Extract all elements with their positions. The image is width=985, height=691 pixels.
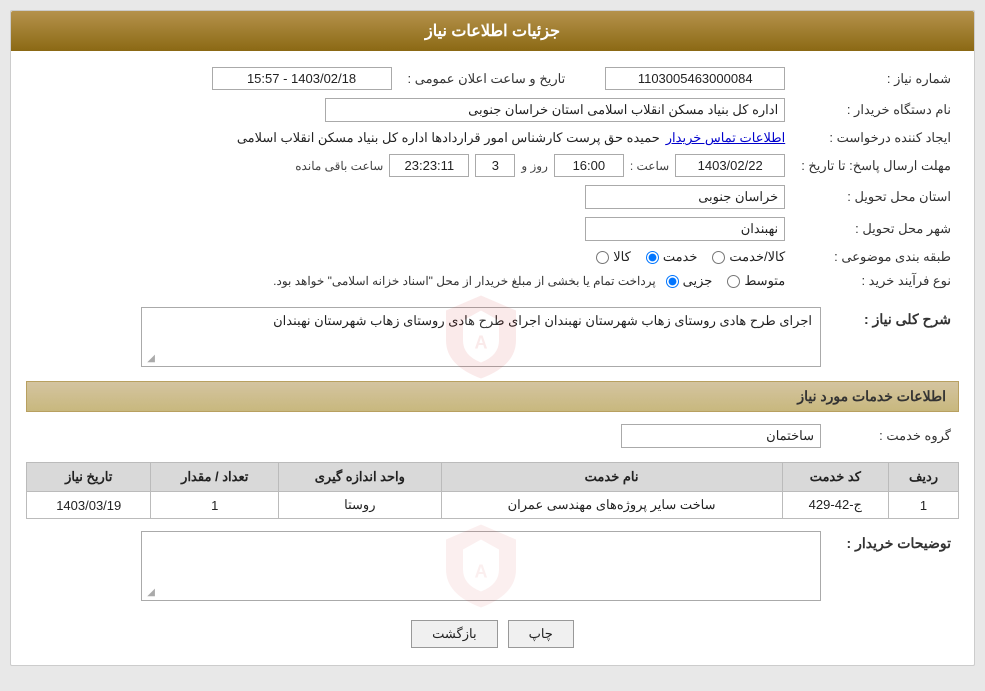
category-label-khedmat: خدمت bbox=[663, 249, 698, 265]
deadline-label: مهلت ارسال پاسخ: تا تاریخ : bbox=[793, 150, 959, 181]
purchase-type-radio-group: متوسط جزیی bbox=[666, 273, 786, 289]
main-card: جزئیات اطلاعات نیاز شماره نیاز : 1103005… bbox=[10, 10, 975, 666]
col-quantity: تعداد / مقدار bbox=[151, 463, 279, 492]
info-section: شماره نیاز : 1103005463000084 تاریخ و سا… bbox=[26, 63, 959, 293]
card-header: جزئیات اطلاعات نیاز bbox=[11, 11, 974, 51]
cell-quantity: 1 bbox=[151, 492, 279, 519]
service-group-row: گروه خدمت : ساختمان bbox=[26, 420, 959, 452]
services-table: ردیف کد خدمت نام خدمت واحد اندازه گیری ت… bbox=[26, 462, 959, 519]
resize-handle[interactable]: ◢ bbox=[143, 353, 155, 365]
table-row: 1 ج-42-429 ساخت سایر پروژه‌های مهندسی عم… bbox=[27, 492, 959, 519]
category-option-kala[interactable]: کالا bbox=[596, 249, 631, 265]
announce-datetime-label: تاریخ و ساعت اعلان عمومی : bbox=[400, 63, 574, 94]
announce-datetime-value: 1403/02/18 - 15:57 bbox=[212, 67, 392, 90]
category-label-kala-khedmat: کالا/خدمت bbox=[729, 249, 785, 265]
request-number-value: 1103005463000084 bbox=[605, 67, 785, 90]
buyer-desc-section: توضیحات خریدار : A bbox=[26, 527, 959, 605]
category-option-khedmat[interactable]: خدمت bbox=[646, 249, 698, 265]
city-label: شهر محل تحویل : bbox=[793, 213, 959, 245]
button-row: چاپ بازگشت bbox=[26, 620, 959, 648]
deadline-time-label: ساعت : bbox=[630, 159, 669, 173]
svg-text:A: A bbox=[475, 333, 488, 353]
col-name: نام خدمت bbox=[441, 463, 782, 492]
cell-date: 1403/03/19 bbox=[27, 492, 151, 519]
province-label: استان محل تحویل : bbox=[793, 181, 959, 213]
remaining-days-value: 3 bbox=[475, 154, 515, 177]
cell-row-num: 1 bbox=[889, 492, 959, 519]
buyer-org-value: اداره کل بنیاد مسکن انقلاب اسلامی استان … bbox=[325, 98, 785, 122]
request-number-label: شماره نیاز : bbox=[793, 63, 959, 94]
category-option-kala-khedmat[interactable]: کالا/خدمت bbox=[712, 249, 785, 265]
category-radio-group: کالا/خدمت خدمت کالا bbox=[34, 249, 785, 265]
print-button[interactable]: چاپ bbox=[508, 620, 574, 648]
cell-code: ج-42-429 bbox=[782, 492, 888, 519]
purchase-type-medium[interactable]: متوسط bbox=[727, 273, 785, 289]
purchase-type-label: نوع فرآیند خرید : bbox=[793, 269, 959, 293]
svg-text:A: A bbox=[475, 562, 488, 582]
remaining-days-label: روز و bbox=[521, 159, 548, 173]
purchase-type-label-partial: جزیی bbox=[683, 273, 713, 289]
purchase-type-partial[interactable]: جزیی bbox=[666, 273, 713, 289]
service-group-value: ساختمان bbox=[621, 424, 821, 448]
category-label: طبقه بندی موضوعی : bbox=[793, 245, 959, 269]
purchase-type-note: پرداخت تمام یا بخشی از مبلغ خریدار از مح… bbox=[273, 274, 656, 288]
page-wrapper: جزئیات اطلاعات نیاز شماره نیاز : 1103005… bbox=[0, 0, 985, 691]
cell-unit: روستا bbox=[279, 492, 441, 519]
col-unit: واحد اندازه گیری bbox=[279, 463, 441, 492]
contact-link[interactable]: اطلاعات تماس خریدار bbox=[666, 130, 785, 146]
card-body: شماره نیاز : 1103005463000084 تاریخ و سا… bbox=[11, 51, 974, 665]
deadline-date-value: 1403/02/22 bbox=[675, 154, 785, 177]
col-row-num: ردیف bbox=[889, 463, 959, 492]
cell-name: ساخت سایر پروژه‌های مهندسی عمران bbox=[441, 492, 782, 519]
col-code: کد خدمت bbox=[782, 463, 888, 492]
requester-value: حمیده حق پرست کارشناس امور قراردادها ادا… bbox=[237, 130, 660, 146]
requester-label: ایجاد کننده درخواست : bbox=[793, 126, 959, 150]
buyer-desc-label: توضیحات خریدار : bbox=[829, 527, 959, 605]
remaining-time-value: 23:23:11 bbox=[389, 154, 469, 177]
description-text: اجرای طرح هادی روستای زهاب شهرستان نهبند… bbox=[544, 313, 812, 328]
deadline-time-value: 16:00 bbox=[554, 154, 624, 177]
province-value: خراسان جنوبی bbox=[585, 185, 785, 209]
buyer-org-label: نام دستگاه خریدار : bbox=[793, 94, 959, 126]
city-value: نهبندان bbox=[585, 217, 785, 241]
page-title: جزئیات اطلاعات نیاز bbox=[425, 23, 560, 40]
buyer-desc-resize-handle[interactable]: ◢ bbox=[143, 587, 155, 599]
service-group-label: گروه خدمت : bbox=[829, 420, 959, 452]
remaining-time-label: ساعت باقی مانده bbox=[295, 159, 383, 173]
col-date: تاریخ نیاز bbox=[27, 463, 151, 492]
description-label: شرح کلی نیاز : bbox=[829, 303, 959, 371]
category-label-kala: کالا bbox=[613, 249, 631, 265]
description-value: A اجرای طرح هادی روستای زهاب شهرستان نهب… bbox=[141, 307, 821, 367]
back-button[interactable]: بازگشت bbox=[411, 620, 497, 648]
buyer-desc-value: A bbox=[141, 531, 821, 601]
description-section: شرح کلی نیاز : A bbox=[26, 303, 959, 371]
purchase-type-label-medium: متوسط bbox=[744, 273, 785, 289]
services-section-header: اطلاعات خدمات مورد نیاز bbox=[26, 381, 959, 412]
